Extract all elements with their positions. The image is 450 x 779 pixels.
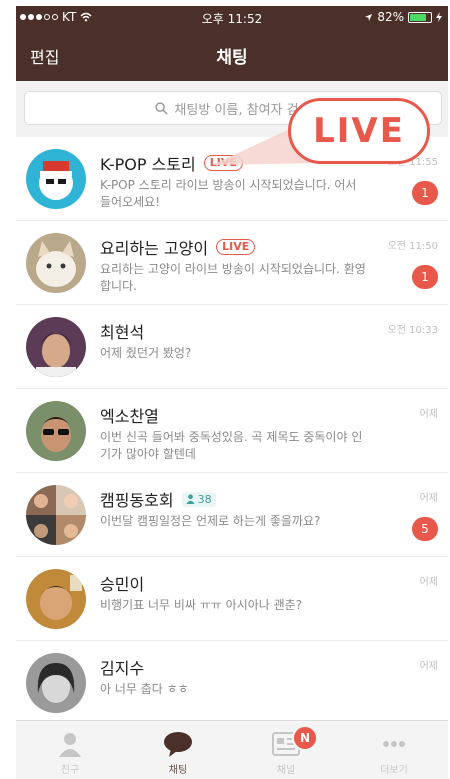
chat-name: K-POP 스토리	[100, 155, 196, 174]
chat-title: 승민이	[100, 571, 144, 595]
unread-badge: 5	[412, 517, 438, 541]
chat-preview: 아 너무 춥다 ㅎㅎ	[100, 682, 189, 696]
tab-label: 친구	[60, 765, 80, 776]
chat-list: K-POP 스토리 LIVE K-POP 스토리 라이브 방송이 시작되었습니다…	[16, 137, 448, 725]
chat-time: 어제	[419, 493, 438, 504]
chat-name: 엑소찬열	[100, 407, 159, 426]
chat-name: 캠핑동호회	[100, 491, 174, 510]
person-icon	[186, 494, 195, 504]
avatar	[26, 317, 86, 377]
chat-preview: K-POP 스토리 라이브 방송이 시작되었습니다. 어서 들어오세요!	[100, 178, 357, 209]
tab-label: 채팅	[168, 765, 188, 776]
chat-time: 어제	[419, 409, 438, 420]
chat-title: 최현석	[100, 319, 144, 343]
avatar	[26, 233, 86, 293]
chat-preview: 이번 신곡 들어봐 중독성있음. 곡 제목도 중독이야 인기가 많아야 할텐데	[100, 430, 363, 461]
phone-screen: KT 오후 11:52 82% 편집 채팅 채팅방 이름, 참여자 검색 LIV…	[16, 6, 448, 779]
page-title: 채팅	[216, 48, 248, 68]
status-bar: KT 오후 11:52 82%	[16, 6, 448, 28]
battery-fill	[410, 13, 427, 21]
live-callout: LIVE	[288, 98, 430, 164]
status-right: 82%	[364, 10, 442, 24]
chat-bubble-icon	[164, 732, 192, 757]
chat-preview: 어제 줬던거 봤엉?	[100, 346, 192, 360]
tab-friends[interactable]: 친구	[16, 721, 124, 779]
group-avatar	[26, 485, 86, 545]
chat-row-cooking-cat[interactable]: 요리하는 고양이 LIVE 요리하는 고양이 라이브 방송이 시작되었습니다. …	[16, 221, 448, 305]
person-icon	[59, 733, 81, 757]
avatar	[26, 653, 86, 713]
chat-row-exo-chanyeol[interactable]: 엑소찬열 이번 신곡 들어봐 중독성있음. 곡 제목도 중독이야 인기가 많아야…	[16, 389, 448, 473]
location-icon	[365, 13, 373, 21]
chat-name: 김지수	[100, 659, 145, 678]
chat-name: 최현석	[100, 323, 145, 342]
nav-bar: 편집 채팅	[16, 28, 448, 81]
search-icon	[155, 101, 169, 115]
chat-name: 승민이	[100, 575, 145, 594]
tab-label: 채널	[276, 765, 296, 776]
battery-percent: 82%	[377, 10, 404, 24]
battery-icon	[408, 11, 432, 23]
chat-title: 김지수	[100, 655, 144, 679]
chat-preview: 이번달 캠핑일정은 언제로 하는게 좋을까요?	[100, 514, 321, 528]
chat-row-camping-club[interactable]: 캠핑동호회 38 이번달 캠핑일정은 언제로 하는게 좋을까요? 어제 5	[16, 473, 448, 557]
unread-badge: 1	[412, 181, 438, 205]
unread-badge: 1	[412, 265, 438, 289]
charging-icon	[436, 12, 442, 22]
live-badge: LIVE	[216, 239, 256, 255]
chat-time: 오전 11:50	[387, 241, 438, 252]
avatar	[26, 149, 86, 209]
chat-title: 엑소찬열	[100, 403, 159, 427]
avatar	[26, 569, 86, 629]
chat-preview: 요리하는 고양이 라이브 방송이 시작되었습니다. 환영합니다.	[100, 262, 366, 293]
tab-channel[interactable]: N 채널	[232, 721, 340, 779]
tab-more[interactable]: 더보기	[340, 721, 448, 779]
more-icon	[383, 741, 405, 747]
new-badge: N	[292, 725, 318, 751]
chat-row-seungmin[interactable]: 승민이 비행기표 너무 비싸 ㅠㅠ 아시아나 괜춘? 어제	[16, 557, 448, 641]
chat-name: 요리하는 고양이	[100, 239, 209, 258]
tab-chats[interactable]: 채팅	[124, 721, 232, 779]
chat-time: 어제	[419, 577, 438, 588]
chat-time: 어제	[419, 661, 438, 672]
member-count-value: 38	[197, 492, 212, 506]
tab-label: 더보기	[380, 765, 408, 776]
chat-title: 요리하는 고양이 LIVE	[100, 235, 256, 259]
chat-time: 오전 10:33	[387, 325, 438, 336]
chat-preview: 비행기표 너무 비싸 ㅠㅠ 아시아나 괜춘?	[100, 598, 303, 612]
chat-row-choi-hyunseok[interactable]: 최현석 어제 줬던거 봤엉? 오전 10:33	[16, 305, 448, 389]
member-count: 38	[181, 491, 216, 507]
search-placeholder: 채팅방 이름, 참여자 검색	[174, 102, 311, 118]
avatar	[26, 401, 86, 461]
chat-title: 캠핑동호회 38	[100, 487, 216, 511]
chat-row-kim-jisoo[interactable]: 김지수 아 너무 춥다 ㅎㅎ 어제	[16, 641, 448, 725]
tab-bar: 친구 채팅 N 채널 더보기	[16, 720, 448, 779]
